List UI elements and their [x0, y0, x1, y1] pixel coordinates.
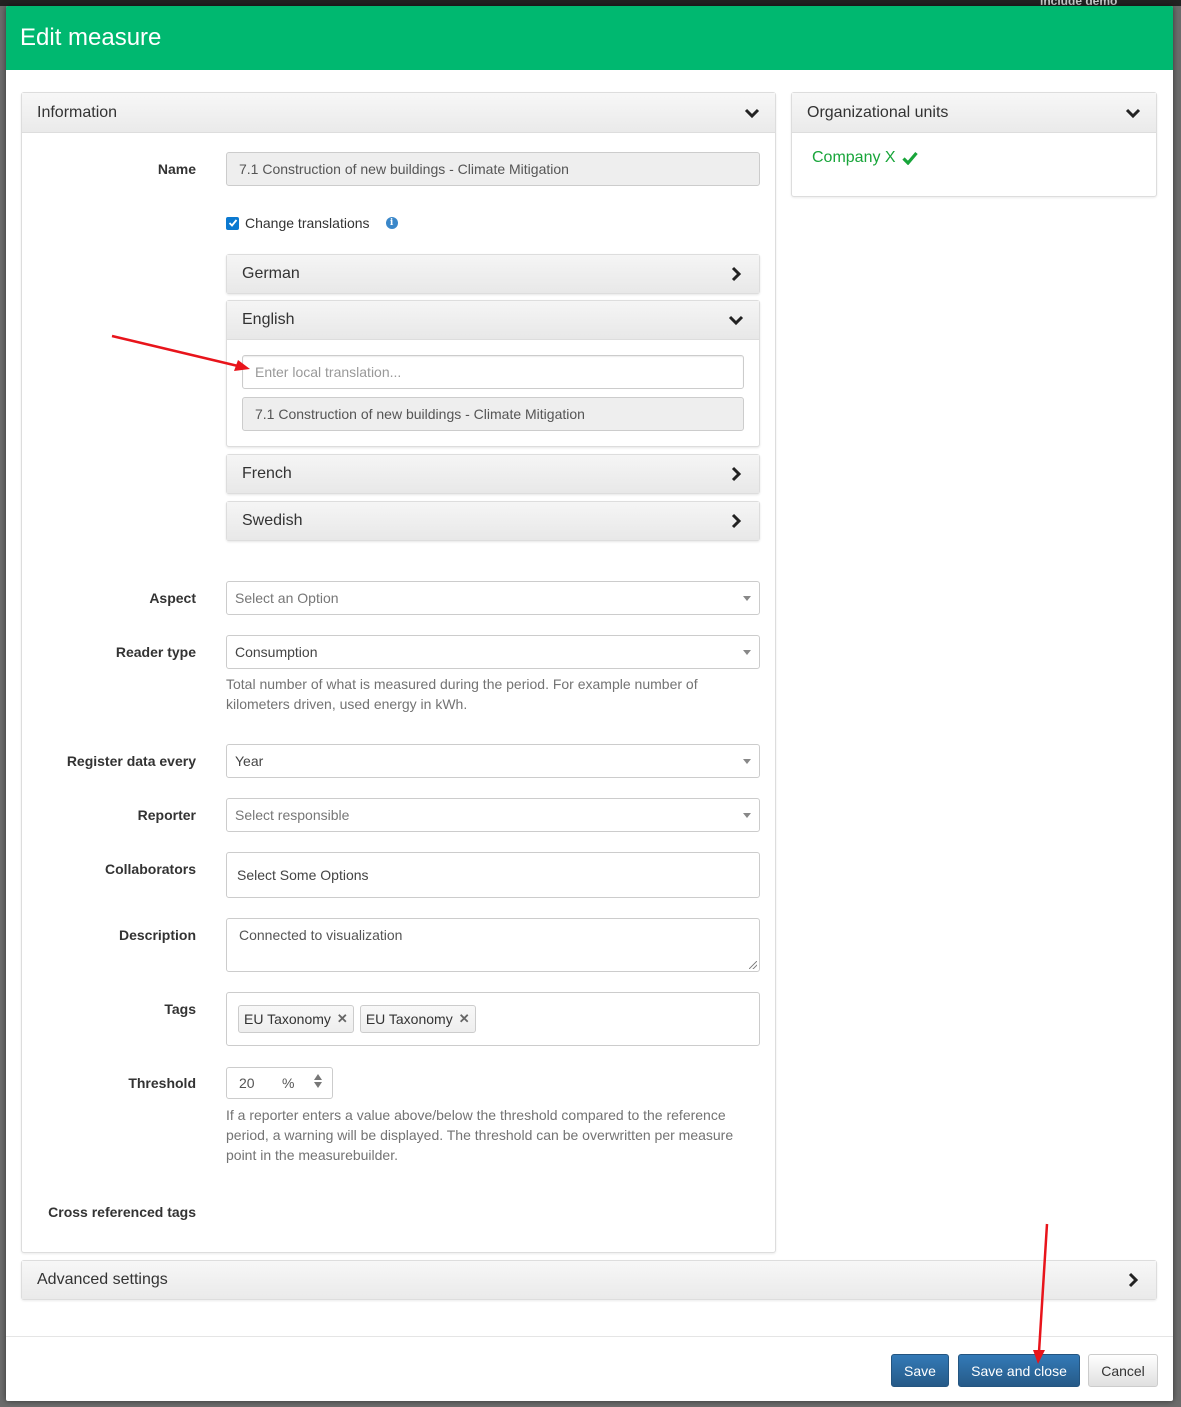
chevron-right-icon [731, 266, 742, 282]
threshold-unit: % [282, 1075, 295, 1091]
lang-french-panel: French [226, 454, 760, 494]
lang-french-label: French [242, 465, 292, 482]
threshold-input[interactable]: 20 % [226, 1067, 333, 1099]
org-units-heading-label: Organizational units [807, 103, 949, 121]
reader-type-help: Total number of what is measured during … [226, 676, 698, 712]
caret-down-icon [743, 649, 751, 655]
reader-type-label: Reader type [115, 644, 196, 660]
spinner-icon[interactable] [314, 1074, 322, 1088]
org-units-heading[interactable]: Organizational units [792, 93, 1156, 133]
lang-french-heading[interactable]: French [227, 455, 759, 493]
reporter-select[interactable]: Select responsible [226, 798, 760, 832]
edit-measure-modal: Edit measure Information Name 7.1 Constr… [6, 6, 1173, 1401]
default-translation-field: 7.1 Construction of new buildings - Clim… [242, 397, 744, 431]
reader-type-select[interactable]: Consumption [226, 635, 760, 669]
collaborators-label: Collaborators [104, 861, 196, 877]
lang-english-panel: English Enter local translation... 7.1 C… [226, 300, 760, 447]
lang-german-heading[interactable]: German [227, 255, 759, 293]
tag-chip: EU Taxonomy ✕ [359, 1005, 476, 1033]
register-every-label: Register data every [66, 753, 196, 769]
cancel-button[interactable]: Cancel [1088, 1354, 1158, 1387]
save-button[interactable]: Save [891, 1354, 949, 1387]
aspect-select[interactable]: Select an Option [226, 581, 760, 615]
local-translation-input[interactable]: Enter local translation... [242, 355, 744, 389]
chevron-right-icon [731, 513, 742, 529]
org-units-body: Company X [792, 133, 1156, 183]
register-every-value: Year [235, 753, 264, 769]
reader-type-value: Consumption [235, 644, 318, 660]
reporter-label: Reporter [137, 807, 196, 823]
checkmark-icon [901, 151, 918, 165]
description-textarea[interactable]: Connected to visualization [226, 918, 760, 972]
aspect-value: Select an Option [235, 590, 339, 606]
org-company-item[interactable]: Company X [812, 149, 1136, 167]
chevron-right-icon [731, 466, 742, 482]
change-translations-label: Change translations [245, 215, 370, 231]
lang-german-label: German [242, 265, 300, 282]
caret-down-icon [743, 758, 751, 764]
aspect-label: Aspect [149, 590, 196, 606]
save-and-close-button[interactable]: Save and close [958, 1354, 1080, 1387]
threshold-label: Threshold [128, 1075, 196, 1091]
chevron-down-icon [728, 315, 744, 326]
remove-tag-icon[interactable]: ✕ [459, 1011, 470, 1027]
lang-swedish-label: Swedish [242, 512, 303, 529]
chevron-right-icon [1128, 1272, 1139, 1288]
change-translations-row: Change translations i [226, 215, 760, 231]
lang-swedish-heading[interactable]: Swedish [227, 502, 759, 540]
tag-chip: EU Taxonomy ✕ [238, 1005, 354, 1033]
org-company-label: Company X [812, 149, 896, 166]
tag-label: EU Taxonomy [365, 1011, 453, 1027]
modal-header: Edit measure [6, 6, 1173, 70]
tags-label: Tags [164, 1001, 196, 1017]
description-label: Description [118, 927, 196, 943]
checkmark-icon [228, 219, 237, 227]
threshold-help: If a reporter enters a value above/below… [226, 1107, 734, 1163]
tag-label: EU Taxonomy [244, 1011, 331, 1027]
caret-down-icon [743, 595, 751, 601]
lang-swedish-panel: Swedish [226, 501, 760, 541]
org-units-panel: Organizational units Company X [791, 92, 1157, 197]
tags-input[interactable]: EU Taxonomy ✕ EU Taxonomy ✕ [226, 992, 760, 1046]
chevron-down-icon [1125, 108, 1141, 118]
information-panel: Information Name 7.1 Construction of new… [21, 92, 776, 1253]
cross-ref-label: Cross referenced tags [48, 1204, 196, 1220]
advanced-settings-label: Advanced settings [37, 1271, 168, 1288]
change-translations-checkbox[interactable] [226, 216, 239, 230]
threshold-value: 20 [239, 1075, 255, 1091]
lang-english-label: English [242, 311, 295, 328]
name-label: Name [157, 161, 196, 177]
modal-footer: Save Save and close Cancel [6, 1336, 1173, 1401]
lang-english-heading[interactable]: English [227, 301, 759, 339]
name-input[interactable]: 7.1 Construction of new buildings - Clim… [226, 152, 760, 186]
description-value: Connected to visualization [239, 927, 403, 943]
caret-down-icon [743, 812, 751, 818]
register-every-select[interactable]: Year [226, 744, 760, 778]
lang-english-body: Enter local translation... 7.1 Construct… [227, 339, 759, 446]
lang-german-panel: German [226, 254, 760, 294]
reporter-value: Select responsible [235, 807, 350, 823]
advanced-settings-heading[interactable]: Advanced settings [22, 1261, 1156, 1299]
collaborators-multiselect[interactable]: Select Some Options [226, 852, 760, 898]
advanced-settings-panel: Advanced settings [21, 1260, 1157, 1300]
info-icon[interactable]: i [385, 217, 398, 229]
remove-tag-icon[interactable]: ✕ [337, 1011, 348, 1027]
modal-title: Edit measure [20, 24, 162, 51]
resize-grip-icon[interactable] [749, 961, 757, 969]
